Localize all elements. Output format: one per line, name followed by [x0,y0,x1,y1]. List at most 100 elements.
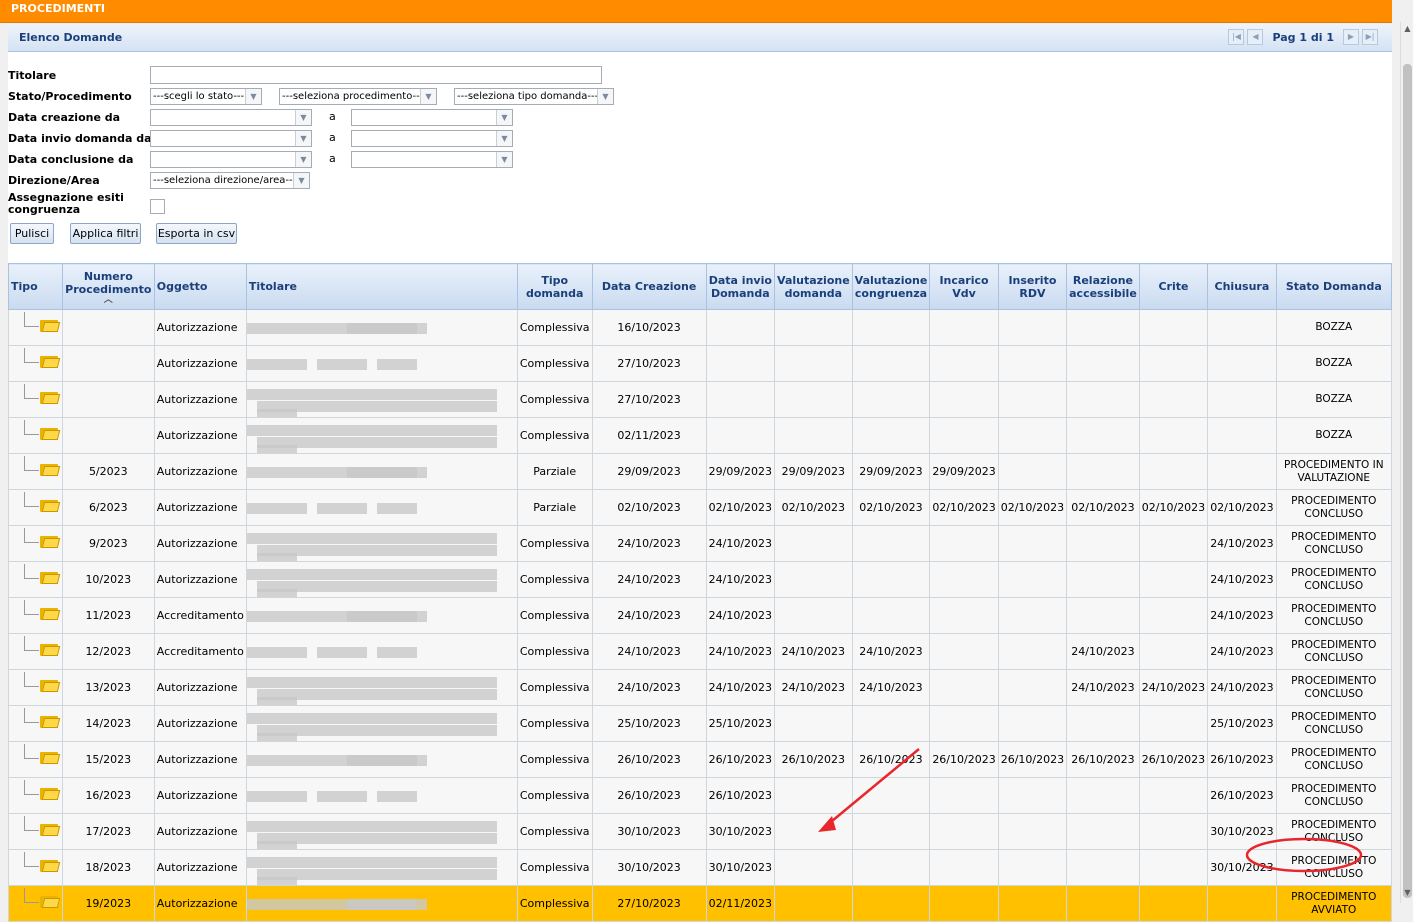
scroll-down-icon[interactable]: ▼ [1403,888,1412,897]
folder-icon[interactable] [40,786,61,800]
column-header-relazione-accessibile[interactable]: Relazione accessibile [1066,263,1140,310]
tipo-cell[interactable] [8,885,63,922]
table-row[interactable]: 16/2023 Autorizzazione Complessiva 26/10/20… [8,777,1393,814]
table-row[interactable]: 9/2023 Autorizzazione Complessiva 24/10/202… [8,525,1393,562]
folder-icon[interactable] [40,714,61,728]
folder-icon[interactable] [40,426,61,440]
table-row[interactable]: 10/2023 Autorizzazione Complessiva 24/10/20… [8,561,1393,598]
data-creazione-a-input[interactable]: ▼ [351,109,513,126]
table-row[interactable]: 19/2023 Autorizzazione Complessiva 27/10/20… [8,885,1393,922]
valutazione-domanda-cell: 24/10/2023 [774,633,853,670]
column-header-data-creazione[interactable]: Data Creazione [591,263,707,310]
tipo-cell[interactable] [8,309,63,346]
inserito-rdv-cell [997,309,1068,346]
tree-line [24,528,40,543]
folder-icon[interactable] [40,498,61,512]
direzione-select[interactable]: ---seleziona direzione/area--- ▼ [150,172,310,189]
folder-icon[interactable] [40,858,61,872]
data-conclusione-da-input[interactable]: ▼ [150,151,312,168]
tipo-cell[interactable] [8,669,63,706]
tipo-cell[interactable] [8,561,63,598]
folder-icon[interactable] [40,642,61,656]
prev-page-icon[interactable]: ◀ [1247,29,1264,45]
column-header-oggetto[interactable]: Oggetto [153,263,247,310]
tipo-cell[interactable] [8,741,63,778]
tipo-cell[interactable] [8,597,63,634]
table-row[interactable]: Autorizzazione Complessiva 27/10/2023 BOZZA [8,381,1393,418]
folder-icon[interactable] [40,534,61,548]
table-row[interactable]: 13/2023 Autorizzazione Complessiva 24/10/20… [8,669,1393,706]
titolare-input[interactable] [150,66,602,84]
tipo-cell[interactable] [8,345,63,382]
tipo-cell[interactable] [8,489,63,526]
tipo-domanda-select[interactable]: ---seleziona tipo domanda--- ▼ [454,88,614,105]
numero-cell: 9/2023 [61,525,155,562]
folder-icon[interactable] [40,678,61,692]
titolare-redacted [247,781,516,811]
folder-icon[interactable] [40,822,61,836]
table-row[interactable]: 12/2023 Accreditamento Complessiva 24/10/20… [8,633,1393,670]
scroll-up-icon[interactable]: ▲ [1403,24,1412,33]
procedimento-select[interactable]: ---seleziona procedimento--- ▼ [279,88,437,105]
last-page-icon[interactable]: ▶| [1362,29,1378,45]
tipo-cell[interactable] [8,453,63,490]
applica-filtri-button[interactable]: Applica filtri [70,223,141,244]
table-row[interactable]: Autorizzazione Complessiva 16/10/2023 BOZZA [8,309,1393,346]
stato-select[interactable]: ---scegli lo stato--- ▼ [150,88,262,105]
column-header-data-invio[interactable]: Data invio Domanda [705,263,776,310]
table-row[interactable]: 5/2023 Autorizzazione Parziale 29/09/2023 29… [8,453,1393,490]
data-creazione-cell: 25/10/2023 [591,705,707,742]
tipo-cell[interactable] [8,633,63,670]
table-row[interactable]: Autorizzazione Complessiva 02/11/2023 BOZZA [8,417,1393,454]
column-header-stato-domanda[interactable]: Stato Domanda [1275,263,1393,310]
tipo-cell[interactable] [8,813,63,850]
chiusura-cell: 25/10/2023 [1207,705,1277,742]
folder-icon[interactable] [40,750,61,764]
folder-icon[interactable] [40,462,61,476]
data-conclusione-a-input[interactable]: ▼ [351,151,513,168]
oggetto-cell: Autorizzazione [153,777,247,814]
assegnazione-checkbox[interactable] [150,199,165,214]
data-invio-cell: 30/10/2023 [705,849,776,886]
data-invio-da-input[interactable]: ▼ [150,130,312,147]
tipo-cell[interactable] [8,849,63,886]
folder-icon[interactable] [40,390,61,404]
column-header-tipo-domanda[interactable]: Tipo domanda [516,263,593,310]
sort-ascending-icon[interactable]: ︿ [65,295,152,304]
column-header-numero-procedimento[interactable]: Numero Procedimento ︿ [61,263,155,310]
table-row[interactable]: Autorizzazione Complessiva 27/10/2023 BOZZA [8,345,1393,382]
table-row[interactable]: 11/2023 Accreditamento Complessiva 24/10/20… [8,597,1393,634]
tipo-cell[interactable] [8,525,63,562]
folder-icon[interactable] [40,570,61,584]
scrollbar-thumb[interactable] [1403,64,1412,898]
data-creazione-da-input[interactable]: ▼ [150,109,312,126]
vertical-scrollbar[interactable]: ▲ ▼ [1400,22,1413,903]
tipo-cell[interactable] [8,417,63,454]
table-row[interactable]: 15/2023 Autorizzazione Complessiva 26/10/20… [8,741,1393,778]
folder-icon[interactable] [40,894,61,908]
column-header-valutazione-congruenza[interactable]: Valutazione congruenza [851,263,931,310]
column-header-tipo[interactable]: Tipo [8,263,63,310]
column-header-chiusura[interactable]: Chiusura [1207,263,1277,310]
tipo-cell[interactable] [8,777,63,814]
first-page-icon[interactable]: |◀ [1228,29,1245,45]
pulisci-button[interactable]: Pulisci [10,223,54,244]
column-header-incarico-vdv[interactable]: Incarico Vdv [929,263,999,310]
column-header-crite[interactable]: Crite [1138,263,1209,310]
column-header-titolare[interactable]: Titolare [245,263,518,310]
table-row[interactable]: 17/2023 Autorizzazione Complessiva 30/10/20… [8,813,1393,850]
data-invio-a-input[interactable]: ▼ [351,130,513,147]
column-header-valutazione-domanda[interactable]: Valutazione domanda [774,263,853,310]
folder-icon[interactable] [40,318,61,332]
column-header-inserito-rdv[interactable]: Inserito RDV [997,263,1068,310]
tipo-cell[interactable] [8,381,63,418]
table-row[interactable]: 18/2023 Autorizzazione Complessiva 30/10/20… [8,849,1393,886]
folder-icon[interactable] [40,606,61,620]
table-row[interactable]: 14/2023 Autorizzazione Complessiva 25/10/20… [8,705,1393,742]
table-row[interactable]: 6/2023 Autorizzazione Parziale 02/10/2023 02… [8,489,1393,526]
numero-cell: 15/2023 [61,741,155,778]
esporta-csv-button[interactable]: Esporta in csv [156,223,237,244]
folder-icon[interactable] [40,354,61,368]
tipo-cell[interactable] [8,705,63,742]
next-page-icon[interactable]: ▶ [1343,29,1359,45]
